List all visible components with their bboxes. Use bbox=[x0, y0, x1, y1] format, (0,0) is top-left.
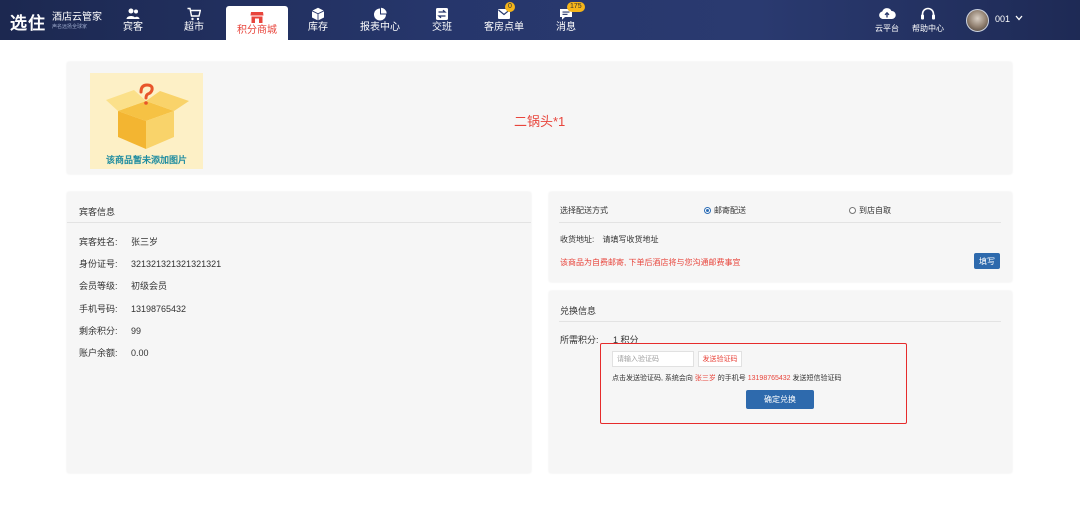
guest-field-id: 身份证号: 321321321321321321 bbox=[79, 257, 221, 270]
confirm-redeem-button[interactable]: 确定兑换 bbox=[746, 390, 814, 409]
nav-label: 超市 bbox=[184, 22, 204, 33]
address-value: 请填写收货地址 bbox=[602, 235, 659, 244]
empty-box-icon bbox=[106, 83, 189, 149]
room-order-badge: 0 bbox=[505, 2, 515, 12]
field-label: 剩余积分: bbox=[79, 326, 118, 336]
tool-label: 帮助中心 bbox=[912, 23, 944, 33]
nav-label: 库存 bbox=[308, 22, 328, 33]
messages-badge: 175 bbox=[567, 2, 585, 12]
field-value: 0.00 bbox=[131, 348, 149, 358]
guest-field-phone: 手机号码: 13198765432 bbox=[79, 302, 186, 315]
radio-label: 到店自取 bbox=[859, 206, 891, 215]
redeem-divider bbox=[559, 321, 1001, 322]
field-value: 张三岁 bbox=[131, 237, 159, 247]
guests-icon bbox=[126, 8, 140, 19]
no-image-caption: 该商品暂未添加图片 bbox=[105, 155, 187, 165]
guest-section-title: 宾客信息 bbox=[79, 207, 116, 217]
cart-icon bbox=[187, 7, 201, 21]
guest-field-balance: 账户余额: 0.00 bbox=[79, 346, 149, 359]
store-icon bbox=[250, 12, 264, 23]
guest-field-name: 宾客姓名: 张三岁 bbox=[79, 235, 158, 248]
shipping-notice: 该商品为自费邮寄, 下单后酒店将与您沟通邮费事宜 bbox=[560, 258, 741, 267]
nav-item-room-order[interactable]: 0 客房点单 bbox=[474, 0, 534, 40]
avatar[interactable] bbox=[966, 9, 989, 32]
cloud-platform-button[interactable]: 云平台 bbox=[872, 0, 902, 40]
nav-label: 交班 bbox=[432, 22, 452, 33]
redeem-section-title: 兑换信息 bbox=[560, 306, 597, 316]
send-code-button[interactable]: 发送验证码 bbox=[698, 351, 742, 367]
hint-phone: 13198765432 bbox=[747, 375, 791, 382]
hint-mid: 的手机号 bbox=[717, 375, 746, 382]
guest-divider bbox=[67, 222, 531, 223]
hint-name: 张三岁 bbox=[694, 375, 716, 382]
top-nav-bar: 选住 酒店云管家 声名远扬全球家 宾客 超市 积分商城 库存 报表中心 交班 0 bbox=[0, 0, 1080, 40]
nav-item-inventory[interactable]: 库存 bbox=[288, 0, 348, 40]
nav-item-supermarket[interactable]: 超市 bbox=[164, 0, 224, 40]
radio-store-pickup[interactable]: 到店自取 bbox=[849, 205, 891, 216]
shipping-method-label: 选择配送方式 bbox=[560, 206, 608, 215]
brand-name: 选住 bbox=[10, 13, 46, 34]
field-value: 13198765432 bbox=[131, 304, 187, 314]
help-center-button[interactable]: 帮助中心 bbox=[908, 0, 948, 40]
radio-mail-delivery[interactable]: 邮寄配送 bbox=[704, 205, 746, 216]
points-label: 所需积分: bbox=[560, 335, 599, 345]
fill-address-button[interactable]: 填写 bbox=[974, 253, 1000, 269]
nav-item-guests[interactable]: 宾客 bbox=[103, 0, 163, 40]
hint-suffix: 发送短信验证码 bbox=[792, 375, 842, 382]
cloud-upload-icon bbox=[879, 7, 896, 19]
user-menu[interactable]: 001 bbox=[995, 14, 1023, 24]
box-icon bbox=[311, 7, 325, 21]
tool-label: 云平台 bbox=[875, 23, 899, 33]
guest-field-level: 会员等级: 初级会员 bbox=[79, 279, 167, 292]
nav-item-reports[interactable]: 报表中心 bbox=[350, 0, 410, 40]
verification-hint: 点击发送验证码, 系统会向 张三岁 的手机号 13198765432 发送短信验… bbox=[612, 373, 842, 383]
shipping-address-row: 收货地址: 请填写收货地址 bbox=[560, 234, 658, 245]
field-label: 身份证号: bbox=[79, 259, 118, 269]
nav-item-messages[interactable]: 175 消息 bbox=[536, 0, 596, 40]
field-value: 初级会员 bbox=[131, 281, 168, 291]
pie-chart-icon bbox=[374, 7, 387, 21]
radio-label: 邮寄配送 bbox=[714, 206, 746, 215]
app-logo: 选住 酒店云管家 声名远扬全球家 bbox=[10, 8, 102, 34]
hint-prefix: 点击发送验证码, 系统会向 bbox=[612, 375, 693, 382]
verification-code-input[interactable] bbox=[612, 351, 694, 367]
address-label: 收货地址: bbox=[560, 235, 595, 244]
nav-label: 积分商城 bbox=[237, 25, 277, 36]
field-label: 手机号码: bbox=[79, 304, 118, 314]
nav-label: 宾客 bbox=[123, 22, 143, 33]
chevron-down-icon bbox=[1015, 15, 1023, 21]
radio-unchecked-icon bbox=[849, 207, 856, 214]
product-title: 二锅头*1 bbox=[514, 114, 566, 129]
nav-item-handover[interactable]: 交班 bbox=[412, 0, 472, 40]
headset-icon bbox=[921, 7, 935, 19]
nav-label: 报表中心 bbox=[360, 22, 400, 33]
field-label: 会员等级: bbox=[79, 281, 118, 291]
field-label: 账户余额: bbox=[79, 348, 118, 358]
guest-field-points: 剩余积分: 99 bbox=[79, 324, 141, 337]
nav-label: 客房点单 bbox=[484, 22, 524, 33]
nav-item-points-mall[interactable]: 积分商城 bbox=[226, 6, 288, 40]
product-image-placeholder: 该商品暂未添加图片 bbox=[90, 73, 203, 169]
field-value: 321321321321321321 bbox=[131, 259, 222, 269]
radio-checked-icon bbox=[704, 207, 711, 214]
nav-label: 消息 bbox=[556, 22, 576, 33]
shipping-divider bbox=[559, 222, 1001, 223]
brand-tagline: 声名远扬全球家 bbox=[52, 23, 88, 30]
field-value: 99 bbox=[131, 326, 142, 336]
handover-icon bbox=[436, 8, 448, 20]
product-name: 酒店云管家 bbox=[52, 11, 102, 23]
field-label: 宾客姓名: bbox=[79, 237, 118, 247]
username: 001 bbox=[995, 14, 1011, 24]
